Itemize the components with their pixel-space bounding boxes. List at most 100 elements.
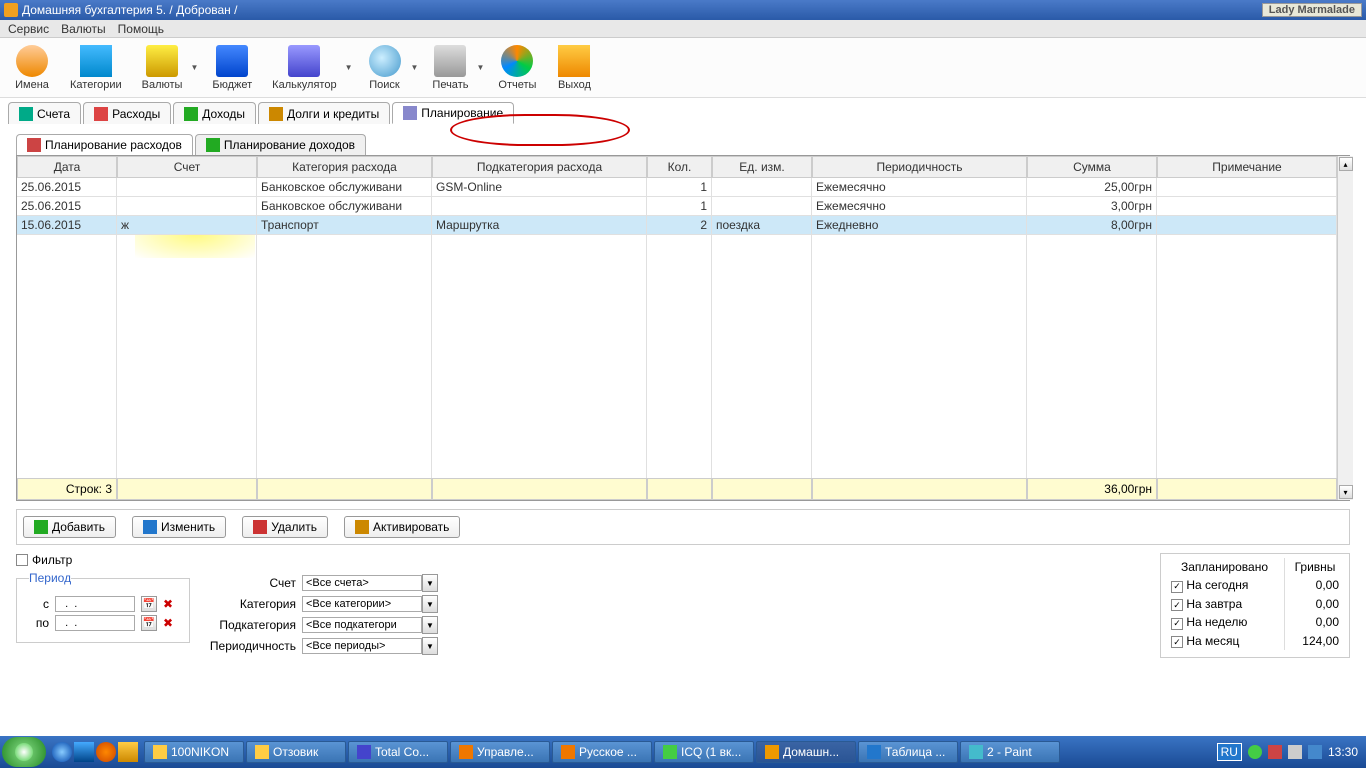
table-row[interactable]: 25.06.2015Банковское обслуживаниGSM-Onli… bbox=[17, 178, 1337, 197]
ff2-icon bbox=[561, 745, 575, 759]
app-icon[interactable] bbox=[118, 742, 138, 762]
ie-icon[interactable] bbox=[52, 742, 72, 762]
icq-icon bbox=[663, 745, 677, 759]
start-button[interactable] bbox=[2, 737, 46, 767]
chevron-down-icon[interactable]: ▼ bbox=[411, 63, 419, 72]
calendar-icon[interactable]: 📅 bbox=[141, 596, 157, 612]
table-row[interactable]: 25.06.2015Банковское обслуживани1Ежемеся… bbox=[17, 197, 1337, 216]
tab-income[interactable]: Доходы bbox=[173, 102, 256, 124]
task-ff2[interactable]: Русское ... bbox=[552, 741, 652, 763]
vertical-scrollbar[interactable]: ▴ ▾ bbox=[1337, 156, 1353, 500]
clear-icon[interactable]: ✖ bbox=[163, 597, 177, 611]
desktop-icon[interactable] bbox=[74, 742, 94, 762]
per-filter-combo[interactable] bbox=[302, 638, 422, 654]
toolbar: ИменаКатегорииВалюты▼БюджетКалькулятор▼П… bbox=[0, 38, 1366, 98]
clock[interactable]: 13:30 bbox=[1328, 745, 1358, 759]
currencies-button[interactable]: Валюты bbox=[136, 43, 189, 93]
calculator-button[interactable]: Калькулятор bbox=[266, 43, 342, 93]
col-header[interactable]: Примечание bbox=[1157, 156, 1337, 178]
grid-body[interactable]: 25.06.2015Банковское обслуживаниGSM-Onli… bbox=[17, 178, 1337, 478]
scroll-up-icon[interactable]: ▴ bbox=[1339, 157, 1353, 171]
edit-button[interactable]: Изменить bbox=[132, 516, 226, 538]
task-home[interactable]: Домашн... bbox=[756, 741, 856, 763]
col-header[interactable]: Ед. изм. bbox=[712, 156, 812, 178]
tab-debts[interactable]: Долги и кредиты bbox=[258, 102, 390, 124]
task-nikon[interactable]: 100NIKON bbox=[144, 741, 244, 763]
tab-accounts[interactable]: Счета bbox=[8, 102, 81, 124]
col-header[interactable]: Счет bbox=[117, 156, 257, 178]
delete-button[interactable]: Удалить bbox=[242, 516, 328, 538]
chevron-down-icon[interactable]: ▼ bbox=[345, 63, 353, 72]
budget-button[interactable]: Бюджет bbox=[206, 43, 258, 93]
accounts-tab-icon bbox=[19, 107, 33, 121]
activate-button[interactable]: Активировать bbox=[344, 516, 460, 538]
col-header[interactable]: Дата bbox=[17, 156, 117, 178]
search-button[interactable]: Поиск bbox=[361, 43, 409, 93]
cat-filter-combo[interactable] bbox=[302, 596, 422, 612]
calendar-icon[interactable]: 📅 bbox=[141, 615, 157, 631]
task-table[interactable]: Таблица ... bbox=[858, 741, 958, 763]
summary-checkbox[interactable]: ✓ bbox=[1171, 581, 1183, 593]
summary-checkbox[interactable]: ✓ bbox=[1171, 636, 1183, 648]
subtab-plan-inc[interactable]: Планирование доходов bbox=[195, 134, 366, 155]
tray-icon[interactable] bbox=[1268, 745, 1282, 759]
subtab-plan-exp[interactable]: Планирование расходов bbox=[16, 134, 193, 155]
cell: Маршрутка bbox=[432, 216, 647, 235]
col-header[interactable]: Периодичность bbox=[812, 156, 1027, 178]
chevron-down-icon[interactable]: ▼ bbox=[422, 595, 438, 613]
menu-Сервис[interactable]: Сервис bbox=[8, 22, 49, 36]
task-otzovik[interactable]: Отзовик bbox=[246, 741, 346, 763]
chevron-down-icon[interactable]: ▼ bbox=[476, 63, 484, 72]
exit-button[interactable]: Выход bbox=[550, 43, 598, 93]
tab-expenses[interactable]: Расходы bbox=[83, 102, 171, 124]
scroll-down-icon[interactable]: ▾ bbox=[1339, 485, 1353, 499]
clear-icon[interactable]: ✖ bbox=[163, 616, 177, 630]
task-ff1[interactable]: Управле... bbox=[450, 741, 550, 763]
tray-icon[interactable] bbox=[1308, 745, 1322, 759]
print-icon bbox=[434, 45, 466, 77]
col-header[interactable]: Категория расхода bbox=[257, 156, 432, 178]
cell: Банковское обслуживани bbox=[257, 178, 432, 197]
tray-icon[interactable] bbox=[1248, 745, 1262, 759]
names-button[interactable]: Имена bbox=[8, 43, 56, 93]
date-from-input[interactable] bbox=[55, 596, 135, 612]
lang-indicator[interactable]: RU bbox=[1217, 743, 1242, 761]
task-paint[interactable]: 2 - Paint bbox=[960, 741, 1060, 763]
period-label: Период bbox=[29, 571, 71, 585]
table-row[interactable]: 15.06.2015жТранспортМаршрутка2поездкаЕже… bbox=[17, 216, 1337, 235]
chevron-down-icon[interactable]: ▼ bbox=[422, 574, 438, 592]
add-button[interactable]: Добавить bbox=[23, 516, 116, 538]
firefox-icon[interactable] bbox=[96, 742, 116, 762]
summary-checkbox[interactable]: ✓ bbox=[1171, 618, 1183, 630]
sub-filter-label: Подкатегория bbox=[206, 618, 296, 632]
summary-checkbox[interactable]: ✓ bbox=[1171, 599, 1183, 611]
summary-value: 0,00 bbox=[1285, 613, 1345, 632]
names-icon bbox=[16, 45, 48, 77]
from-label: с bbox=[29, 597, 49, 611]
chevron-down-icon[interactable]: ▼ bbox=[422, 616, 438, 634]
task-totalc[interactable]: Total Co... bbox=[348, 741, 448, 763]
sub-filter-combo[interactable] bbox=[302, 617, 422, 633]
chevron-down-icon[interactable]: ▼ bbox=[190, 63, 198, 72]
menu-Валюты[interactable]: Валюты bbox=[61, 22, 106, 36]
col-header[interactable]: Кол. bbox=[647, 156, 712, 178]
acc-filter-combo[interactable] bbox=[302, 575, 422, 591]
exit-icon bbox=[558, 45, 590, 77]
reports-button[interactable]: Отчеты bbox=[492, 43, 542, 93]
volume-icon[interactable] bbox=[1288, 745, 1302, 759]
menu-Помощь[interactable]: Помощь bbox=[118, 22, 164, 36]
task-icq[interactable]: ICQ (1 вк... bbox=[654, 741, 754, 763]
cell: 1 bbox=[647, 178, 712, 197]
task-label: Домашн... bbox=[783, 745, 839, 759]
col-header[interactable]: Подкатегория расхода bbox=[432, 156, 647, 178]
tab-planning[interactable]: Планирование bbox=[392, 102, 514, 124]
grid-footer: Строк: 3 36,00грн bbox=[17, 478, 1337, 500]
task-label: Total Co... bbox=[375, 745, 429, 759]
filter-checkbox[interactable] bbox=[16, 554, 28, 566]
print-button[interactable]: Печать bbox=[426, 43, 474, 93]
date-to-input[interactable] bbox=[55, 615, 135, 631]
chevron-down-icon[interactable]: ▼ bbox=[422, 637, 438, 655]
button-label: Удалить bbox=[271, 520, 317, 534]
categories-button[interactable]: Категории bbox=[64, 43, 128, 93]
col-header[interactable]: Сумма bbox=[1027, 156, 1157, 178]
